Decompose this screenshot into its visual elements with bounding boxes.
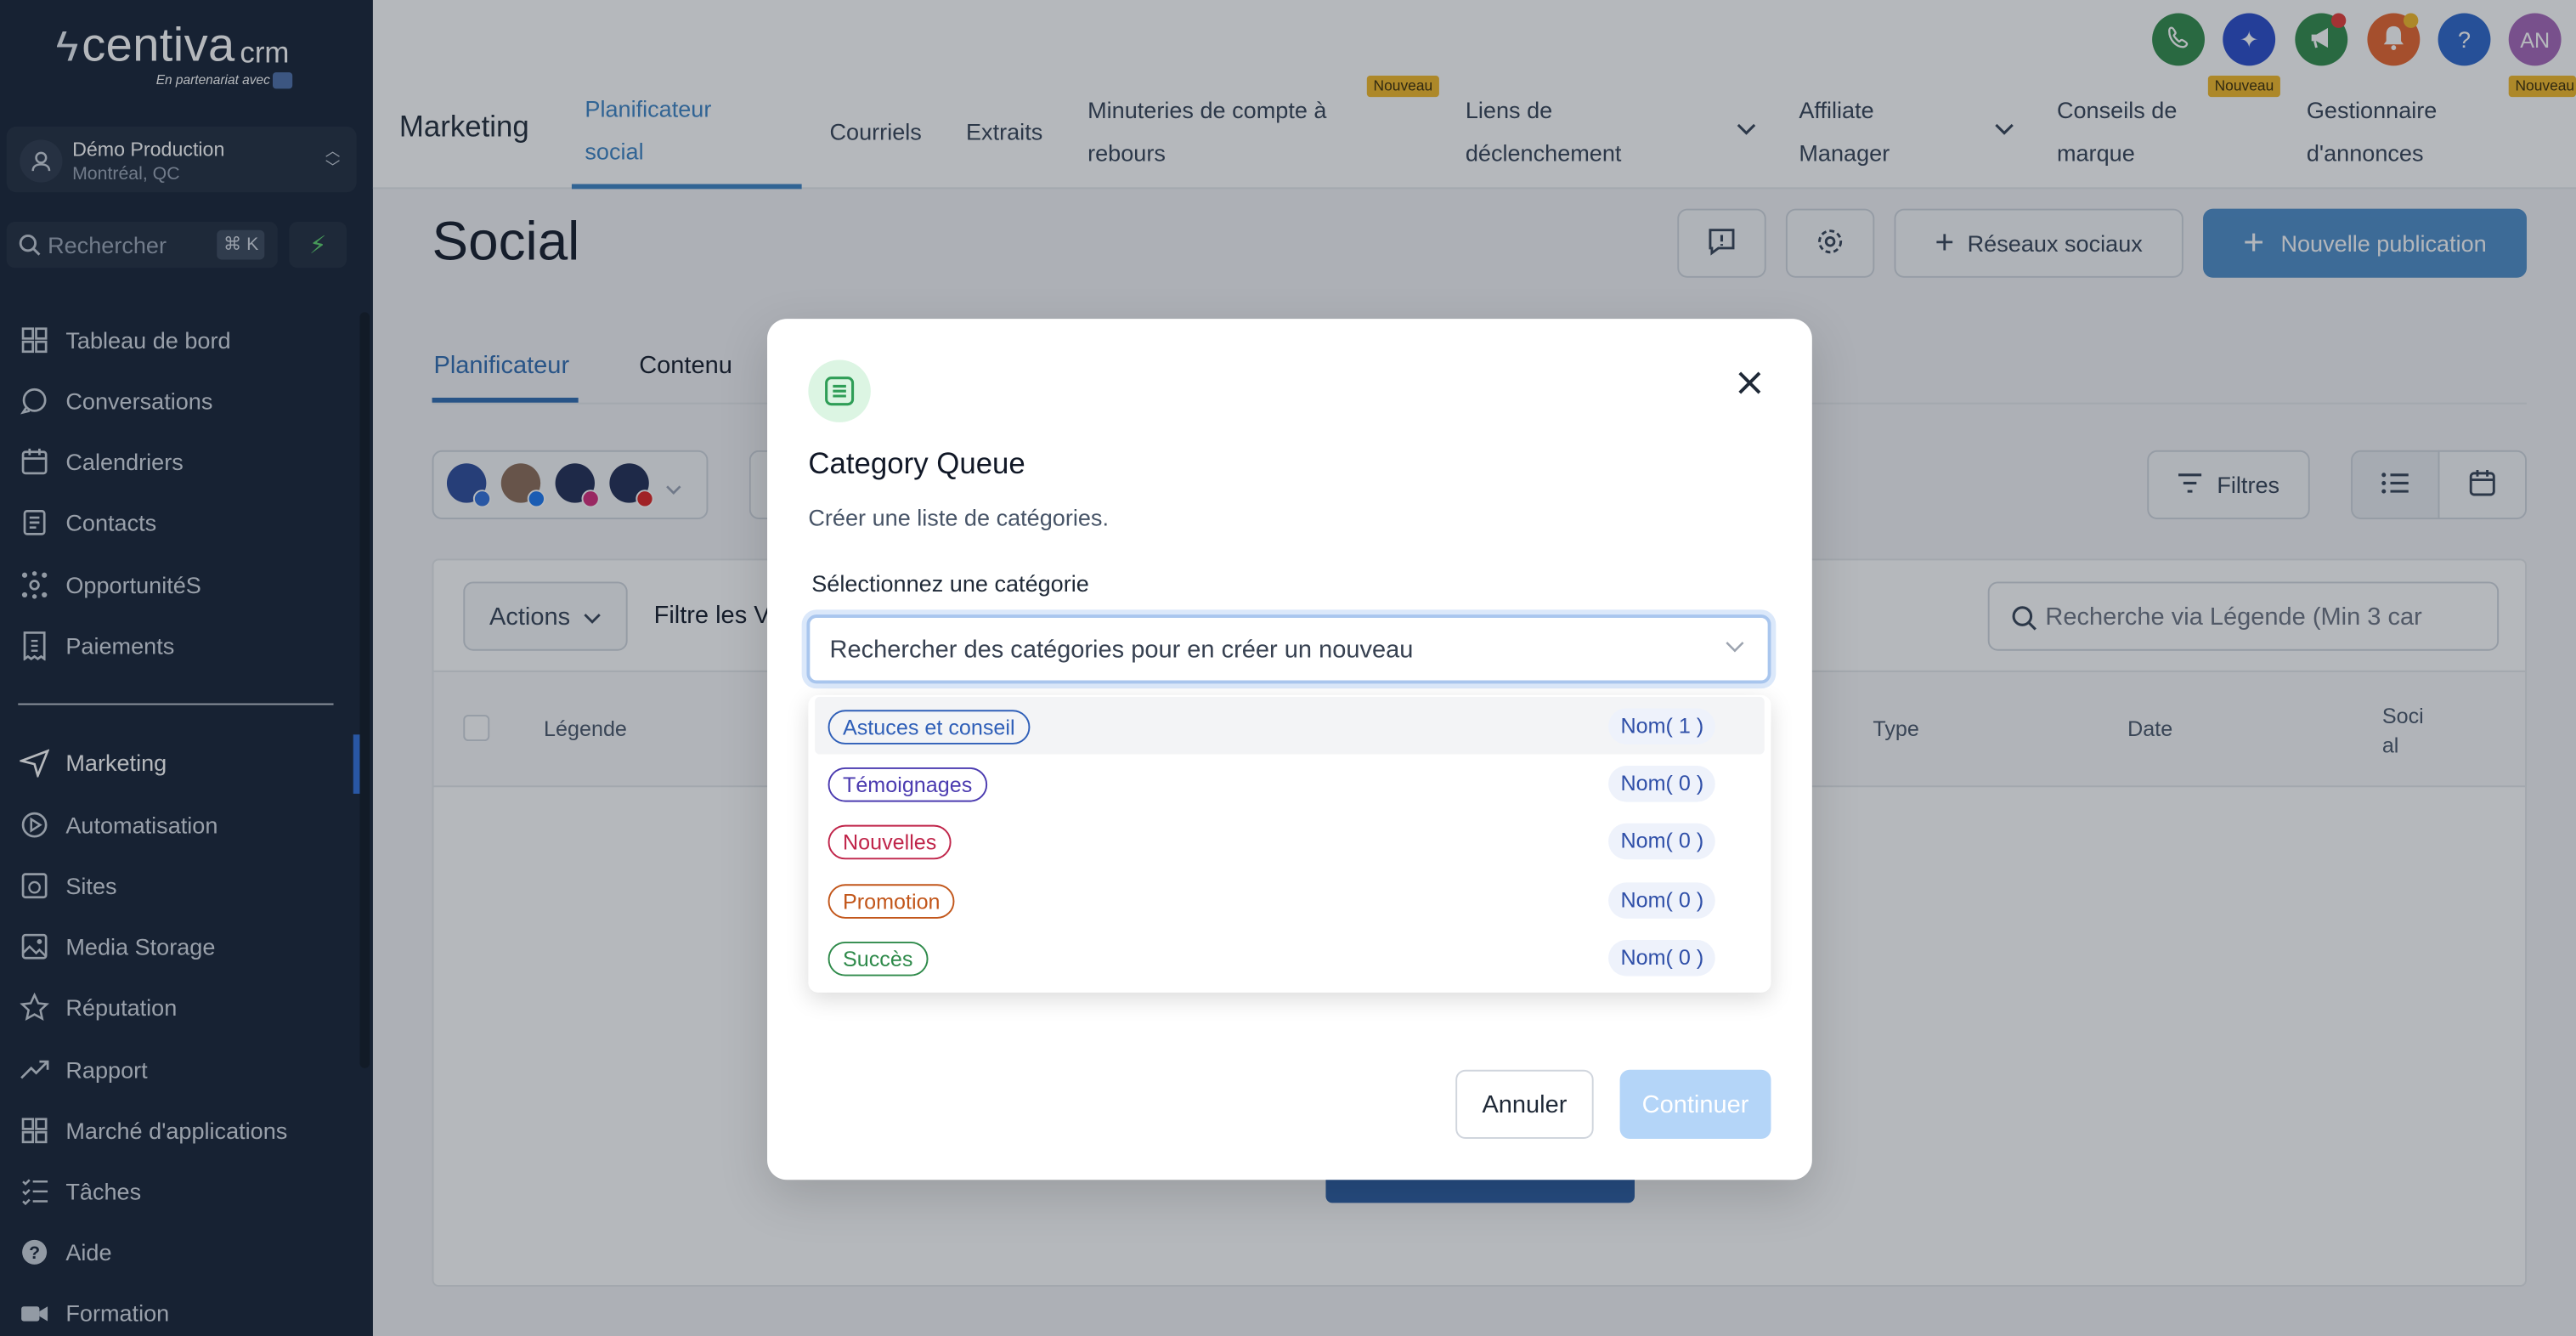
chevron-down-icon: [1725, 637, 1744, 657]
category-queue-modal: Category Queue Créer une liste de catégo…: [767, 319, 1812, 1180]
category-chip: Succès: [828, 941, 928, 977]
category-option[interactable]: Témoignages Nom( 0 ): [815, 755, 1765, 812]
close-icon: [1738, 371, 1761, 394]
category-label: Sélectionnez une catégorie: [811, 569, 1089, 597]
category-option[interactable]: Promotion Nom( 0 ): [815, 870, 1765, 928]
modal-subtitle: Créer une liste de catégories.: [808, 504, 1109, 531]
list-icon: [808, 359, 871, 422]
category-select[interactable]: Rechercher des catégories pour en créer …: [806, 614, 1771, 684]
cancel-button[interactable]: Annuler: [1455, 1069, 1594, 1139]
category-count: Nom( 0 ): [1608, 766, 1715, 802]
category-count: Nom( 0 ): [1608, 939, 1715, 977]
modal-title: Category Queue: [808, 446, 1025, 480]
category-chip: Astuces et conseil: [828, 710, 1030, 744]
category-chip: Promotion: [828, 883, 955, 919]
category-option[interactable]: Succès Nom( 0 ): [815, 928, 1765, 986]
category-option[interactable]: Astuces et conseil Nom( 1 ): [815, 696, 1765, 755]
continue-button[interactable]: Continuer: [1619, 1069, 1771, 1139]
category-count: Nom( 0 ): [1608, 824, 1715, 861]
category-chip: Nouvelles: [828, 825, 952, 861]
close-button[interactable]: [1737, 368, 1763, 405]
category-option[interactable]: Nouvelles Nom( 0 ): [815, 812, 1765, 870]
category-chip: Témoignages: [828, 767, 987, 802]
category-select-placeholder: Rechercher des catégories pour en créer …: [829, 636, 1414, 665]
category-count: Nom( 1 ): [1608, 708, 1715, 744]
category-dropdown: Astuces et conseil Nom( 1 ) Témoignages Nom…: [808, 694, 1771, 993]
category-count: Nom( 0 ): [1608, 881, 1715, 919]
